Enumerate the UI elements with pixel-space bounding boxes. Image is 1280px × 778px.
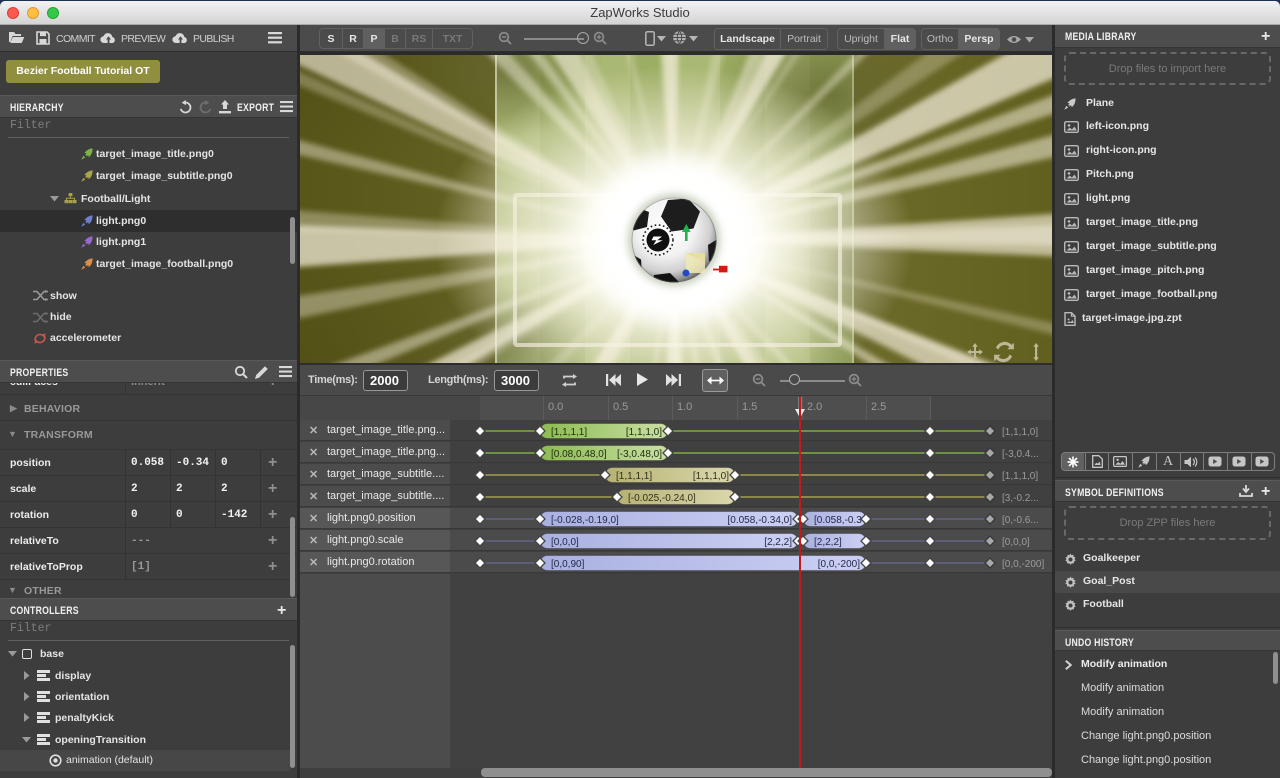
svg-text:[1,1,1,1]: [1,1,1,1] <box>551 427 587 438</box>
svg-text:[-3,0.48,0]: [-3,0.48,0] <box>617 449 662 460</box>
svg-text:[0,0,0]: [0,0,0] <box>1002 537 1030 548</box>
svg-text:[0,0,90]: [0,0,90] <box>551 559 585 570</box>
svg-text:[1,1,1,0]: [1,1,1,0] <box>626 427 662 438</box>
svg-text:[1,1,1,1]: [1,1,1,1] <box>616 471 652 482</box>
svg-text:[1,1,1,0]: [1,1,1,0] <box>1002 471 1038 482</box>
svg-text:[-0.028,-0.19,0]: [-0.028,-0.19,0] <box>551 515 619 526</box>
svg-text:[2,2,2]: [2,2,2] <box>764 537 792 548</box>
svg-text:[1,1,1,0]: [1,1,1,0] <box>693 471 729 482</box>
svg-text:[0,0,0]: [0,0,0] <box>551 537 579 548</box>
svg-text:[2,2,2]: [2,2,2] <box>814 537 842 548</box>
svg-text:[0,0,-200]: [0,0,-200] <box>818 559 860 570</box>
svg-text:[0.08,0.48,0]: [0.08,0.48,0] <box>551 449 607 460</box>
svg-text:[0,-0.6...: [0,-0.6... <box>1002 515 1039 526</box>
svg-text:[-3,0.4...: [-3,0.4... <box>1002 449 1039 460</box>
svg-text:[-0.025,-0.24,0]: [-0.025,-0.24,0] <box>628 493 696 504</box>
svg-text:[3,-0.2...: [3,-0.2... <box>1002 493 1039 504</box>
svg-text:[1,1,1,0]: [1,1,1,0] <box>1002 427 1038 438</box>
svg-text:[0.058,-0.34,0]: [0.058,-0.34,0] <box>728 515 793 526</box>
svg-text:[0.058,-0.3: [0.058,-0.3 <box>814 515 862 526</box>
svg-text:[0,0,-200]: [0,0,-200] <box>1002 559 1044 570</box>
